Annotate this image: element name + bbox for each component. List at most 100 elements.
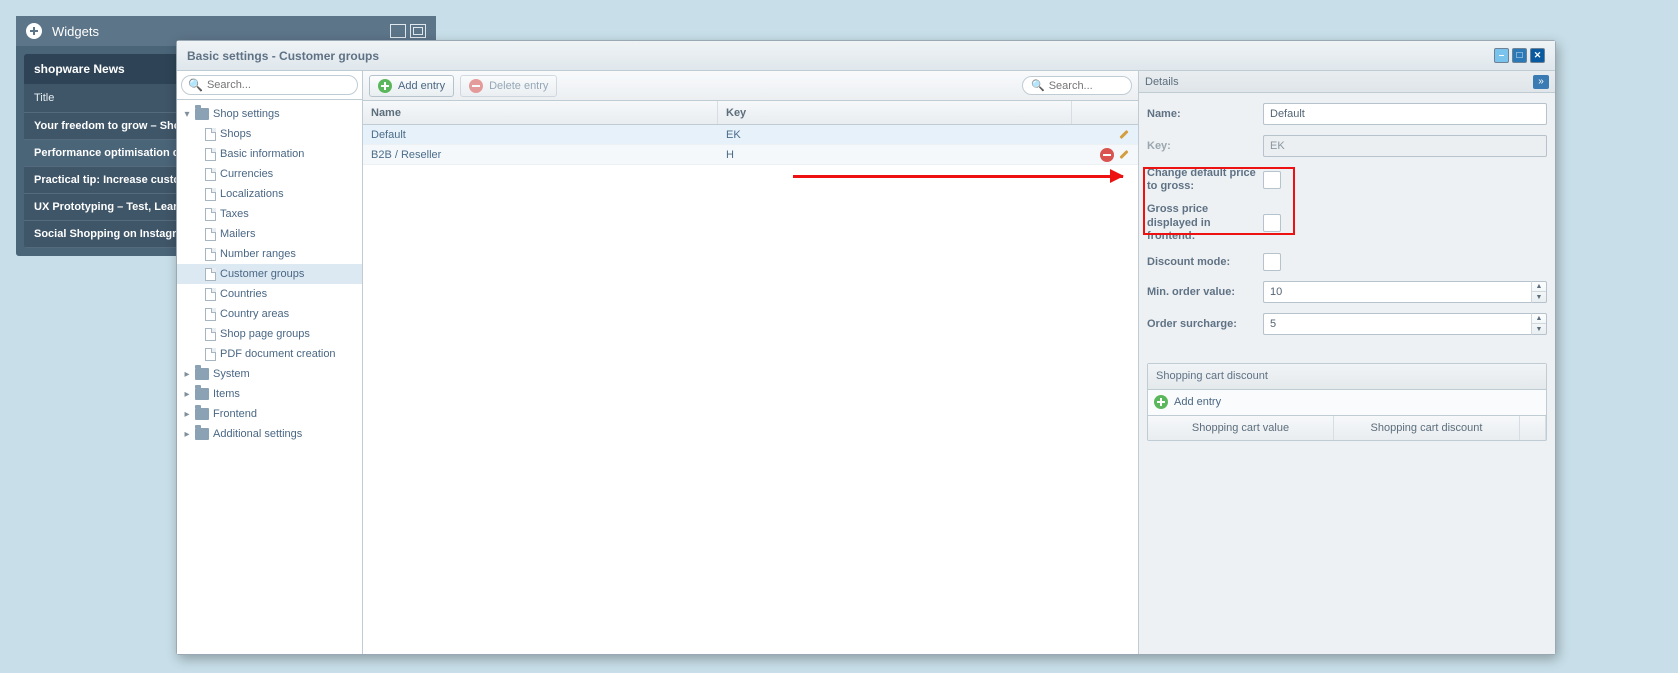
tree-search[interactable]: 🔍 — [181, 75, 358, 95]
min-order-field[interactable] — [1263, 281, 1531, 303]
edit-icon[interactable] — [1118, 148, 1132, 162]
file-icon — [205, 208, 216, 221]
delete-icon[interactable] — [1100, 148, 1114, 162]
name-label: Name: — [1147, 108, 1263, 120]
gross-frontend-checkbox[interactable] — [1263, 214, 1281, 232]
delete-entry-button[interactable]: Delete entry — [460, 75, 557, 97]
details-form: Name: Key: Change default price to gross… — [1139, 93, 1555, 355]
file-icon — [205, 228, 216, 241]
grid-toolbar: Add entry Delete entry 🔍 — [363, 71, 1138, 101]
folder-icon — [195, 108, 209, 120]
discount-columns: Shopping cart value Shopping cart discou… — [1148, 416, 1546, 440]
discount-panel: Shopping cart discount Add entry Shoppin… — [1147, 363, 1547, 441]
grid-body: Default EK B2B / Reseller H — [363, 125, 1138, 654]
collapse-icon[interactable]: » — [1533, 75, 1549, 89]
details-pane: Details » Name: Key: Change default pric… — [1139, 71, 1555, 654]
plus-icon — [1154, 395, 1168, 409]
collapse-icon[interactable]: ▾ — [179, 106, 195, 122]
file-icon — [205, 168, 216, 181]
grid-pane: Add entry Delete entry 🔍 Name Key — [363, 71, 1139, 654]
expand-icon[interactable]: ▸ — [179, 406, 195, 422]
popout-icon[interactable] — [410, 24, 426, 38]
window-titlebar[interactable]: Basic settings - Customer groups – □ — [177, 41, 1555, 71]
tree-node[interactable]: Currencies — [177, 164, 362, 184]
table-row[interactable]: B2B / Reseller H — [363, 145, 1138, 165]
window-maximize-button[interactable]: □ — [1512, 48, 1527, 63]
tree-node[interactable]: PDF document creation — [177, 344, 362, 364]
minimize-icon[interactable] — [390, 24, 406, 38]
grid-search[interactable]: 🔍 — [1022, 76, 1132, 95]
folder-icon — [195, 408, 209, 420]
col-cart-value[interactable]: Shopping cart value — [1148, 416, 1334, 440]
file-icon — [205, 288, 216, 301]
tree-node-customer-groups[interactable]: Customer groups — [177, 264, 362, 284]
col-name[interactable]: Name — [363, 101, 718, 124]
search-icon: 🔍 — [188, 78, 203, 92]
file-icon — [205, 328, 216, 341]
discount-add-button[interactable]: Add entry — [1174, 396, 1221, 408]
search-icon: 🔍 — [1031, 79, 1045, 92]
quantity-stepper[interactable]: ▲▼ — [1531, 281, 1547, 303]
key-field — [1263, 135, 1547, 157]
expand-icon[interactable]: ▸ — [179, 386, 195, 402]
surcharge-field[interactable] — [1263, 313, 1531, 335]
folder-icon — [195, 388, 209, 400]
file-icon — [205, 348, 216, 361]
folder-icon — [195, 428, 209, 440]
minus-icon — [469, 79, 483, 93]
expand-icon[interactable]: ▸ — [179, 426, 195, 442]
discount-mode-label: Discount mode: — [1147, 256, 1263, 268]
settings-window: Basic settings - Customer groups – □ 🔍 ▾ — [176, 40, 1556, 655]
surcharge-label: Order surcharge: — [1147, 318, 1263, 330]
add-entry-button[interactable]: Add entry — [369, 75, 454, 97]
annotation-arrow — [793, 175, 1123, 178]
folder-icon — [195, 368, 209, 380]
tree-node[interactable]: Localizations — [177, 184, 362, 204]
expand-icon[interactable]: ▸ — [179, 366, 195, 382]
key-label: Key: — [1147, 140, 1263, 152]
tree-search-input[interactable] — [207, 79, 351, 91]
tree-node-shop-settings[interactable]: ▾ Shop settings — [177, 104, 362, 124]
file-icon — [205, 308, 216, 321]
change-gross-checkbox[interactable] — [1263, 171, 1281, 189]
tree-node[interactable]: Countries — [177, 284, 362, 304]
tree-node-frontend[interactable]: ▸Frontend — [177, 404, 362, 424]
gross-frontend-label: Gross price displayed in frontend: — [1147, 203, 1263, 243]
col-key[interactable]: Key — [718, 101, 1072, 124]
plus-icon — [378, 79, 392, 93]
tree-node[interactable]: Taxes — [177, 204, 362, 224]
grid-header: Name Key — [363, 101, 1138, 125]
window-minimize-button[interactable]: – — [1494, 48, 1509, 63]
file-icon — [205, 128, 216, 141]
discount-mode-checkbox[interactable] — [1263, 253, 1281, 271]
name-field[interactable] — [1263, 103, 1547, 125]
file-icon — [205, 268, 216, 281]
file-icon — [205, 188, 216, 201]
tree-node[interactable]: Shop page groups — [177, 324, 362, 344]
table-row[interactable]: Default EK — [363, 125, 1138, 145]
details-header: Details » — [1139, 71, 1555, 93]
tree-node-additional[interactable]: ▸Additional settings — [177, 424, 362, 444]
grid-search-input[interactable] — [1049, 80, 1123, 92]
tree-node[interactable]: Mailers — [177, 224, 362, 244]
tree-node[interactable]: Shops — [177, 124, 362, 144]
window-title: Basic settings - Customer groups — [187, 49, 379, 63]
quantity-stepper[interactable]: ▲▼ — [1531, 313, 1547, 335]
tree-node[interactable]: Number ranges — [177, 244, 362, 264]
settings-tree: ▾ Shop settings Shops Basic information … — [177, 100, 362, 654]
tree-node-system[interactable]: ▸System — [177, 364, 362, 384]
file-icon — [205, 148, 216, 161]
min-order-label: Min. order value: — [1147, 286, 1263, 298]
widgets-title: Widgets — [52, 24, 99, 39]
tree-node[interactable]: Country areas — [177, 304, 362, 324]
change-gross-label: Change default price to gross: — [1147, 167, 1263, 193]
tree-node-items[interactable]: ▸Items — [177, 384, 362, 404]
tree-pane: 🔍 ▾ Shop settings Shops Basic infor — [177, 71, 363, 654]
file-icon — [205, 248, 216, 261]
window-close-button[interactable] — [1530, 48, 1545, 63]
add-widget-icon[interactable] — [26, 23, 42, 39]
tree-node[interactable]: Basic information — [177, 144, 362, 164]
discount-panel-title: Shopping cart discount — [1148, 364, 1546, 390]
edit-icon[interactable] — [1118, 128, 1132, 142]
col-cart-discount[interactable]: Shopping cart discount — [1334, 416, 1520, 440]
